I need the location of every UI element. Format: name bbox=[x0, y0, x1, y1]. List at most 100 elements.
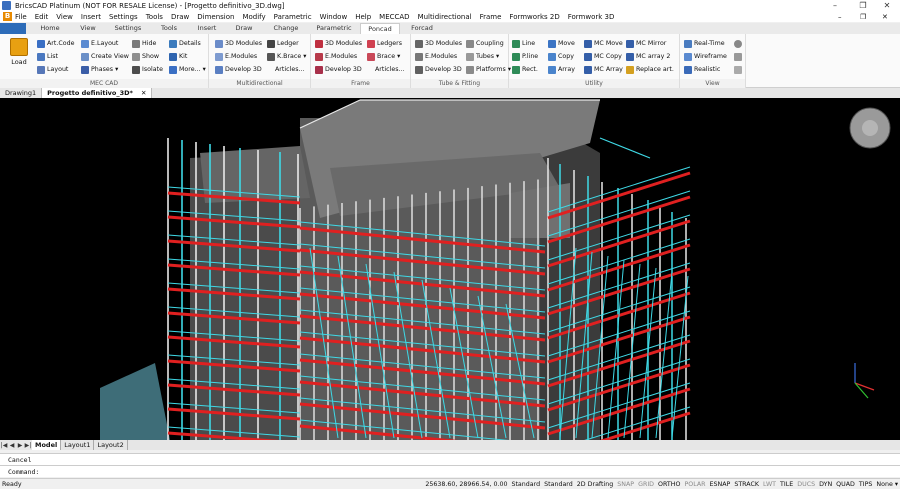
menu-insert[interactable]: Insert bbox=[81, 13, 101, 21]
frame-ledgers-button[interactable]: Ledgers bbox=[367, 38, 402, 49]
tab-view[interactable]: View bbox=[70, 23, 106, 34]
menu-parametric[interactable]: Parametric bbox=[274, 13, 312, 21]
menu-draw[interactable]: Draw bbox=[171, 13, 189, 21]
menu-view[interactable]: View bbox=[56, 13, 73, 21]
view-extra-button-2[interactable] bbox=[734, 51, 744, 62]
frame-develop-3d-button[interactable]: Develop 3D bbox=[315, 64, 362, 75]
menu-edit[interactable]: Edit bbox=[35, 13, 49, 21]
tab-tools[interactable]: Tools bbox=[150, 23, 188, 34]
close-button[interactable]: ✕ bbox=[874, 0, 900, 11]
view-extra-button-3[interactable] bbox=[734, 64, 744, 75]
multi-3d-modules-button[interactable]: 3D Modules bbox=[215, 38, 262, 49]
show-button[interactable]: Show bbox=[132, 51, 159, 62]
tab-home[interactable]: Home bbox=[32, 23, 68, 34]
status-toggle-none-15[interactable]: None ▾ bbox=[876, 481, 898, 488]
isolate-button[interactable]: Isolate bbox=[132, 64, 163, 75]
e-layout-button[interactable]: E.Layout bbox=[81, 38, 118, 49]
frame-brace-dropdown[interactable]: Brace ▾ bbox=[367, 51, 400, 62]
tab-poncad[interactable]: Poncad bbox=[360, 23, 400, 34]
tubes-dropdown[interactable]: Tubes ▾ bbox=[466, 51, 499, 62]
doc-close-button[interactable]: ✕ bbox=[882, 13, 888, 21]
layout-button[interactable]: Layout bbox=[37, 64, 68, 75]
close-tab-icon[interactable]: ✕ bbox=[141, 89, 146, 97]
realistic-button[interactable]: Realistic bbox=[684, 64, 720, 75]
tab-model[interactable]: Model bbox=[32, 440, 62, 450]
tab-layout1[interactable]: Layout1 bbox=[61, 440, 95, 450]
mc-array-2-button[interactable]: MC array 2 bbox=[626, 51, 670, 62]
platforms-dropdown[interactable]: Platforms ▾ bbox=[466, 64, 511, 75]
doc-restore-button[interactable]: ❐ bbox=[860, 13, 866, 21]
doc-minimize-button[interactable]: – bbox=[838, 13, 842, 21]
status-toggle-dyn-12[interactable]: DYN bbox=[819, 481, 832, 488]
move-button[interactable]: Move bbox=[548, 38, 575, 49]
list-button[interactable]: List bbox=[37, 51, 58, 62]
tab-layout2[interactable]: Layout2 bbox=[94, 440, 128, 450]
coupling-button[interactable]: Coupling bbox=[466, 38, 504, 49]
multi-ledger-button[interactable]: Ledger bbox=[267, 38, 299, 49]
menu-file[interactable]: File bbox=[15, 13, 27, 21]
array-button[interactable]: Array bbox=[548, 64, 575, 75]
art-code-button[interactable]: Art.Code bbox=[37, 38, 75, 49]
pline-button[interactable]: P.line bbox=[512, 51, 538, 62]
menu-settings[interactable]: Settings bbox=[109, 13, 138, 21]
kit-button[interactable]: Kit bbox=[169, 51, 187, 62]
wireframe-button[interactable]: Wireframe bbox=[684, 51, 727, 62]
real-time-button[interactable]: Real-Time bbox=[684, 38, 725, 49]
menu-tools[interactable]: Tools bbox=[146, 13, 163, 21]
multi-e-modules-button[interactable]: E.Modules bbox=[215, 51, 257, 62]
drawing-viewport[interactable] bbox=[0, 98, 900, 440]
command-input[interactable] bbox=[43, 468, 744, 476]
status-toggle-ortho-5[interactable]: ORTHO bbox=[658, 481, 680, 488]
tube-develop-3d-button[interactable]: Develop 3D bbox=[415, 64, 462, 75]
minimize-button[interactable]: – bbox=[822, 0, 848, 11]
multi-kbrace-dropdown[interactable]: K.Brace ▾ bbox=[267, 51, 306, 62]
status-toggle-grid-4[interactable]: GRID bbox=[638, 481, 654, 488]
tube-3d-modules-button[interactable]: 3D Modules bbox=[415, 38, 462, 49]
tube-e-modules-button[interactable]: E.Modules bbox=[415, 51, 457, 62]
status-toggle-strack-8[interactable]: STRACK bbox=[734, 481, 759, 488]
restore-button[interactable]: ❐ bbox=[850, 0, 876, 11]
replace-art-button[interactable]: Replace art. bbox=[626, 64, 674, 75]
details-button[interactable]: Details bbox=[169, 38, 201, 49]
menu-logo-icon[interactable]: B bbox=[3, 12, 12, 21]
tab-draw[interactable]: Draw bbox=[226, 23, 262, 34]
menu-help[interactable]: Help bbox=[355, 13, 371, 21]
more-dropdown[interactable]: More... ▾ bbox=[169, 64, 206, 75]
view-extra-button-1[interactable] bbox=[734, 38, 744, 49]
doc-tab-progetto[interactable]: Progetto definitivo_3D* ✕ bbox=[42, 88, 153, 98]
doc-tab-drawing1[interactable]: Drawing1 bbox=[0, 88, 43, 98]
last-layout-button[interactable]: ▶| bbox=[24, 441, 32, 450]
scaffold-3d-scene[interactable] bbox=[0, 98, 900, 440]
tab-change[interactable]: Change bbox=[264, 23, 308, 34]
multi-develop-3d-button[interactable]: Develop 3D bbox=[215, 64, 262, 75]
status-toggle-standard-0[interactable]: Standard bbox=[511, 481, 540, 488]
mc-mirror-button[interactable]: MC Mirror bbox=[626, 38, 666, 49]
next-layout-button[interactable]: ▶ bbox=[16, 441, 24, 450]
copy-button[interactable]: Copy bbox=[548, 51, 574, 62]
status-toggle-standard-1[interactable]: Standard bbox=[544, 481, 573, 488]
load-button[interactable]: Load bbox=[10, 38, 28, 68]
menu-multidirectional[interactable]: Multidirectional bbox=[418, 13, 472, 21]
command-line[interactable]: Command: bbox=[0, 465, 900, 477]
status-toggle-tips-14[interactable]: TIPS bbox=[859, 481, 873, 488]
status-toggle-quad-13[interactable]: QUAD bbox=[836, 481, 855, 488]
mc-copy-button[interactable]: MC Copy bbox=[584, 51, 622, 62]
tab-forcad[interactable]: Forcad bbox=[402, 23, 442, 34]
status-toggle-2d-drafting-2[interactable]: 2D Drafting bbox=[577, 481, 613, 488]
status-toggle-ducs-11[interactable]: DUCS bbox=[797, 481, 815, 488]
menu-meccad[interactable]: MECCAD bbox=[379, 13, 409, 21]
menu-modify[interactable]: Modify bbox=[242, 13, 265, 21]
tab-parametric[interactable]: Parametric bbox=[310, 23, 358, 34]
hide-button[interactable]: Hide bbox=[132, 38, 156, 49]
menu-formworks-2d[interactable]: Formworks 2D bbox=[509, 13, 559, 21]
frame-e-modules-button[interactable]: E.Modules bbox=[315, 51, 357, 62]
menu-window[interactable]: Window bbox=[320, 13, 348, 21]
menu-dimension[interactable]: Dimension bbox=[197, 13, 234, 21]
status-toggle-tile-10[interactable]: TILE bbox=[780, 481, 793, 488]
line-button[interactable]: Line bbox=[512, 38, 535, 49]
status-toggle-polar-6[interactable]: POLAR bbox=[684, 481, 705, 488]
file-tab[interactable] bbox=[0, 23, 26, 34]
create-view-button[interactable]: Create View bbox=[81, 51, 129, 62]
menu-formwork-3d[interactable]: Formwork 3D bbox=[568, 13, 615, 21]
status-toggle-lwt-9[interactable]: LWT bbox=[763, 481, 776, 488]
